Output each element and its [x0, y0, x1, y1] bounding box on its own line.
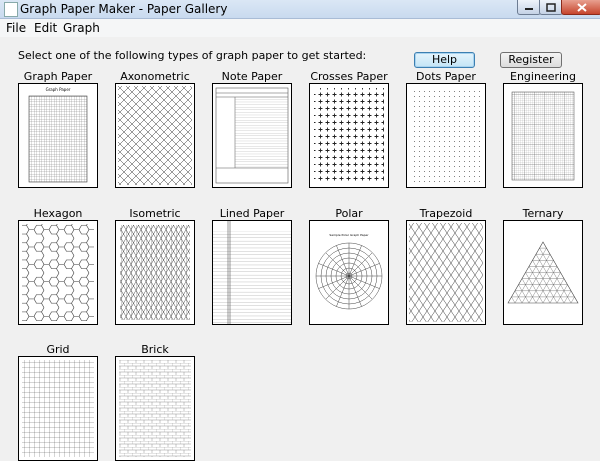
maximize-button[interactable]	[539, 0, 563, 15]
thumb-title: Graph Paper	[45, 87, 71, 92]
menu-file[interactable]: File	[6, 21, 26, 35]
register-button[interactable]: Register	[500, 52, 562, 68]
menu-graph[interactable]: Graph	[63, 21, 100, 35]
close-icon	[576, 2, 587, 12]
title-bar: Graph Paper Maker - Paper Gallery	[0, 0, 600, 19]
close-button[interactable]	[561, 0, 600, 15]
menu-bar: File Edit Graph	[0, 19, 600, 37]
thumbnail-note-paper	[212, 83, 292, 188]
thumbnail-dots-paper	[406, 83, 486, 188]
gallery-item-label: Brick	[141, 343, 169, 356]
thumbnail-trapezoid	[406, 220, 486, 325]
thumbnail-grid	[18, 356, 98, 461]
window-title: Graph Paper Maker - Paper Gallery	[20, 2, 228, 16]
thumbnail-hexagon	[18, 220, 98, 325]
maximize-icon	[546, 2, 556, 12]
thumbnail-isometric	[115, 220, 195, 325]
thumbnail-lined-paper	[212, 220, 292, 325]
thumbnail-graph-paper: Graph Paper	[18, 83, 98, 188]
minimize-icon	[525, 8, 533, 10]
thumbnail-polar: Sample Polar Graph Paper	[309, 220, 389, 325]
menu-edit[interactable]: Edit	[34, 21, 57, 35]
instruction-text: Select one of the following types of gra…	[18, 49, 367, 62]
minimize-button[interactable]	[517, 0, 541, 15]
app-icon	[4, 2, 18, 17]
thumbnail-axonometric	[115, 83, 195, 188]
thumbnail-ternary	[503, 220, 583, 325]
thumb-title: Sample Polar Graph Paper	[329, 233, 369, 237]
thumbnail-brick	[115, 356, 195, 461]
thumbnail-engineering	[503, 83, 583, 188]
thumbnail-crosses-paper	[309, 83, 389, 188]
gallery-item-label: Engineering	[510, 70, 576, 83]
gallery-item-label: Ternary	[522, 207, 564, 220]
help-button[interactable]: Help	[414, 52, 475, 68]
